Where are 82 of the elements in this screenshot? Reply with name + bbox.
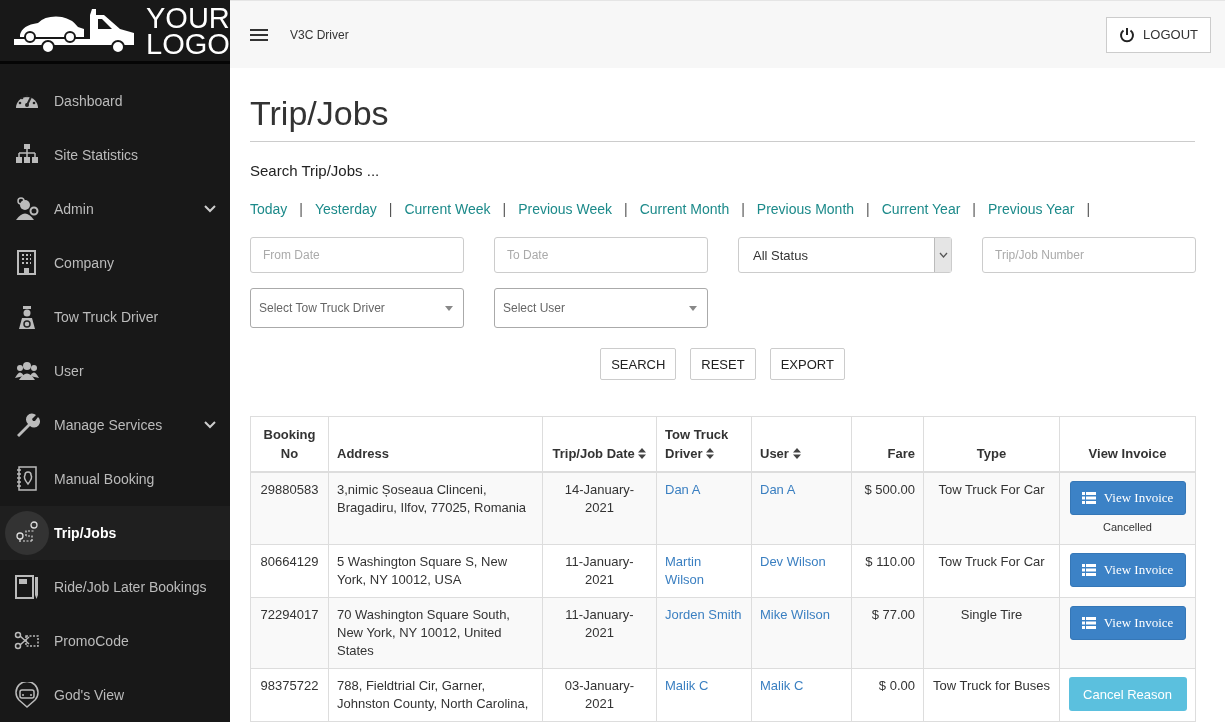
table-cell: Tow Truck For Car [923,544,1060,598]
period-link[interactable]: Current Week [404,201,491,217]
sidebar-item[interactable]: Manage Services [0,398,230,452]
table-cell: 72294017 [250,597,329,669]
separator: | [972,201,976,217]
app-name: V3C Driver [290,27,350,42]
sidebar-item[interactable]: PromoCode [0,614,230,668]
period-link[interactable]: Yesterday [315,201,377,217]
caret-icon [445,305,453,311]
period-link[interactable]: Current Month [639,201,730,217]
person-gear-icon [14,196,40,222]
caret-icon [689,305,697,311]
sort-icon[interactable] [706,448,715,459]
logout-button[interactable]: LOGOUT [1106,16,1211,53]
sort-icon[interactable] [638,448,647,459]
period-link[interactable]: Today [250,201,288,217]
menu-icon[interactable] [250,28,268,41]
table-cell: 29880583 [250,472,329,545]
user-select[interactable]: Select User [494,288,708,328]
table-cell: 788, Fieldtrial Cir, Garner, Johnston County, North Carolina, [328,668,543,722]
table-cell: 14-January-2021 [542,472,657,545]
separator: | [741,201,745,217]
table-cell: Tow Truck For Car [923,472,1060,545]
view-invoice-button[interactable]: View Invoice [1069,606,1186,640]
sidebar-item[interactable]: Company [0,236,230,290]
separator: | [388,201,393,217]
separator: | [299,201,303,217]
period-link[interactable]: Previous Month [756,201,855,217]
table-cell: 98375722 [250,668,329,722]
list-icon [1081,492,1096,504]
table-cell: Tow Truck for Buses [923,668,1060,722]
period-link[interactable]: Current Year [881,201,961,217]
action-button[interactable]: RESET [690,348,756,380]
sidebar-item[interactable]: Admin [0,182,230,236]
period-link[interactable]: Previous Year [988,201,1075,217]
view-invoice-button[interactable]: View Invoice [1069,481,1186,515]
from-date-field[interactable]: From Date [250,237,464,273]
sidebar-item[interactable]: Tow Truck Driver [0,290,230,344]
table-cell: 5 Washington Square S, New York, NY 10012, USA [328,544,543,598]
separator: | [1086,201,1091,217]
period-link[interactable]: Previous Week [518,201,613,217]
power-icon [1119,26,1136,43]
table-cell: 3,nimic Șoseaua Clinceni, Bragadiru, Ilfov, 77025, Romania [328,472,543,545]
list-icon [1081,617,1096,629]
table-cell: $ 500.00 [851,472,924,545]
table-cell: $ 0.00 [851,668,924,722]
list-icon [1081,564,1096,576]
sidebar-item[interactable]: Dashboard [0,74,230,128]
to-date-field[interactable]: To Date [494,237,708,273]
search-heading: Search Trip/Jobs ... [250,162,381,179]
driver-select[interactable]: Select Tow Truck Driver [250,288,464,328]
address-book-icon [14,466,40,492]
table-cell: 03-January-2021 [542,668,657,722]
sidebar-item[interactable]: Manual Booking [0,452,230,506]
sidebar-item[interactable]: Ride/Job Later Bookings [0,560,230,614]
sidebar-item[interactable]: Trip/Jobs [0,506,230,560]
chevron-down-icon [938,252,948,258]
separator: | [866,201,870,217]
logo-text: LOGO [146,30,230,57]
status-select[interactable]: All Status [738,237,952,273]
separator: | [624,201,628,217]
table-cell: 80664129 [250,544,329,598]
table-cell: 11-January-2021 [542,544,657,598]
separator: | [502,201,507,217]
taxi-pin-icon [14,682,40,708]
table-cell: 11-January-2021 [542,597,657,669]
sidebar-item[interactable]: God's View [0,668,230,722]
table-cell: 70 Washington Square South, New York, NY 10012, United States [328,597,543,669]
logo-text: YOUR [146,4,230,31]
sidebar-item[interactable]: Site Statistics [0,128,230,182]
action-button[interactable]: EXPORT [769,348,845,380]
sort-icon[interactable] [792,448,801,459]
view-invoice-button[interactable]: View Invoice [1069,553,1186,587]
status-text: Cancelled [1102,520,1153,535]
sidebar-item[interactable]: User [0,344,230,398]
notebook-icon [14,574,40,600]
job-number-field[interactable]: Trip/Job Number [982,237,1196,273]
page-title: Trip/Jobs [250,94,1195,142]
table-cell: $ 110.00 [851,544,924,598]
action-button[interactable]: SEARCH [600,348,677,380]
table-cell: $ 77.00 [851,597,924,669]
table-cell: Single Tire [923,597,1060,669]
